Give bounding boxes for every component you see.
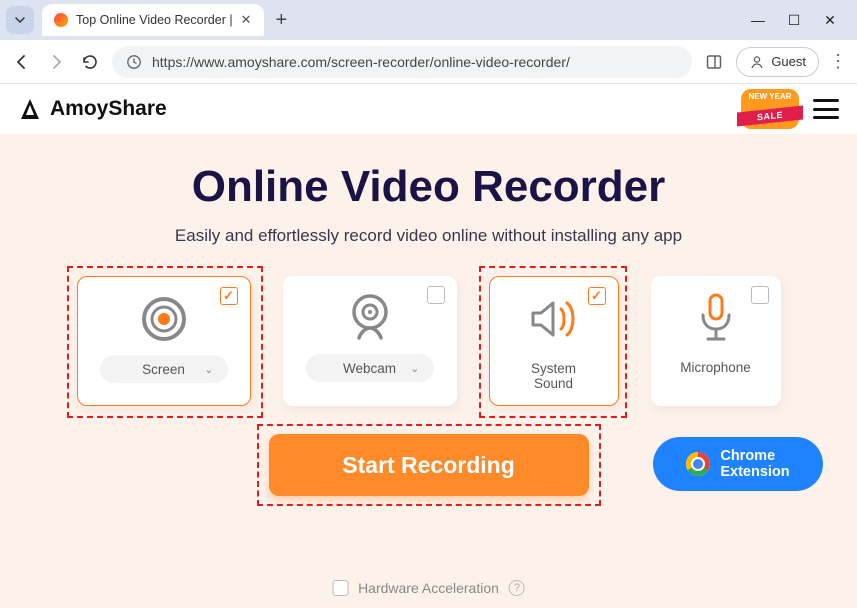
- tab-search-button[interactable]: [6, 6, 34, 34]
- forward-button[interactable]: [44, 50, 68, 74]
- browser-tab[interactable]: Top Online Video Recorder | ✕: [42, 4, 264, 36]
- chevron-down-icon: ⌄: [204, 363, 213, 376]
- profile-label: Guest: [771, 54, 806, 69]
- site-header: AmoyShare NEW YEAR SALE: [0, 84, 857, 134]
- maximize-button[interactable]: ☐: [787, 12, 801, 29]
- option-screen: Screen ⌄: [77, 276, 251, 406]
- browser-toolbar: https://www.amoyshare.com/screen-recorde…: [0, 40, 857, 84]
- screen-label: Screen: [142, 362, 185, 377]
- page-content: Online Video Recorder Easily and effortl…: [0, 134, 857, 608]
- webcam-icon: [345, 290, 395, 346]
- close-window-button[interactable]: ✕: [823, 12, 837, 29]
- site-info-icon[interactable]: [126, 54, 142, 70]
- person-icon: [749, 54, 765, 70]
- start-recording-button[interactable]: Start Recording: [269, 434, 589, 496]
- webcam-label: Webcam: [343, 361, 396, 376]
- webcam-card[interactable]: Webcam ⌄: [283, 276, 457, 406]
- minimize-button[interactable]: —: [751, 12, 765, 29]
- brand-icon: [18, 97, 42, 121]
- side-panel-button[interactable]: [702, 50, 726, 74]
- address-bar[interactable]: https://www.amoyshare.com/screen-recorde…: [112, 46, 692, 78]
- sale-top-text: NEW YEAR: [747, 93, 793, 101]
- webcam-dropdown[interactable]: Webcam ⌄: [306, 354, 434, 382]
- extension-label: Chrome Extension: [720, 448, 789, 480]
- microphone-label: Microphone: [680, 360, 751, 375]
- brand-text: AmoyShare: [50, 97, 167, 121]
- window-controls: — ☐ ✕: [751, 12, 851, 29]
- start-label: Start Recording: [342, 452, 515, 479]
- system-sound-card[interactable]: System Sound: [489, 276, 619, 406]
- screen-card[interactable]: Screen ⌄: [77, 276, 251, 406]
- favicon-icon: [54, 13, 68, 27]
- hw-accel-label: Hardware Acceleration: [358, 580, 499, 596]
- page-title: Online Video Recorder: [0, 162, 857, 212]
- browser-titlebar: Top Online Video Recorder | ✕ + — ☐ ✕: [0, 0, 857, 40]
- system-sound-checkbox[interactable]: [588, 287, 606, 305]
- screen-dropdown[interactable]: Screen ⌄: [100, 355, 228, 383]
- hardware-acceleration-row: Hardware Acceleration ?: [332, 580, 525, 596]
- hw-accel-checkbox[interactable]: [332, 580, 348, 596]
- option-webcam: Webcam ⌄: [283, 276, 457, 406]
- help-icon[interactable]: ?: [509, 580, 525, 596]
- sale-badge[interactable]: NEW YEAR SALE: [741, 89, 799, 129]
- chrome-icon: [686, 452, 710, 476]
- back-button[interactable]: [10, 50, 34, 74]
- new-tab-button[interactable]: +: [276, 9, 288, 32]
- webcam-checkbox[interactable]: [427, 286, 445, 304]
- page-subtitle: Easily and effortlessly record video onl…: [0, 226, 857, 246]
- microphone-checkbox[interactable]: [751, 286, 769, 304]
- screen-checkbox[interactable]: [220, 287, 238, 305]
- speaker-icon: [527, 291, 581, 347]
- option-system-sound: System Sound: [489, 276, 619, 406]
- tab-close-icon[interactable]: ✕: [241, 12, 252, 28]
- microphone-card[interactable]: Microphone: [651, 276, 781, 406]
- chrome-extension-button[interactable]: Chrome Extension: [653, 437, 823, 491]
- cta-row: Start Recording Chrome Extension: [0, 434, 857, 504]
- reload-button[interactable]: [78, 50, 102, 74]
- source-options: Screen ⌄ Webcam ⌄: [0, 276, 857, 406]
- url-text: https://www.amoyshare.com/screen-recorde…: [152, 54, 570, 70]
- menu-button[interactable]: [813, 99, 839, 119]
- chevron-down-icon: ⌄: [410, 362, 419, 375]
- option-microphone: Microphone: [651, 276, 781, 406]
- browser-menu-button[interactable]: ⋮: [829, 51, 847, 72]
- tab-title: Top Online Video Recorder |: [76, 13, 233, 27]
- system-sound-label: System Sound: [531, 361, 576, 391]
- profile-button[interactable]: Guest: [736, 47, 819, 77]
- screen-icon: [137, 291, 191, 347]
- brand-logo[interactable]: AmoyShare: [18, 97, 167, 121]
- microphone-icon: [695, 290, 737, 346]
